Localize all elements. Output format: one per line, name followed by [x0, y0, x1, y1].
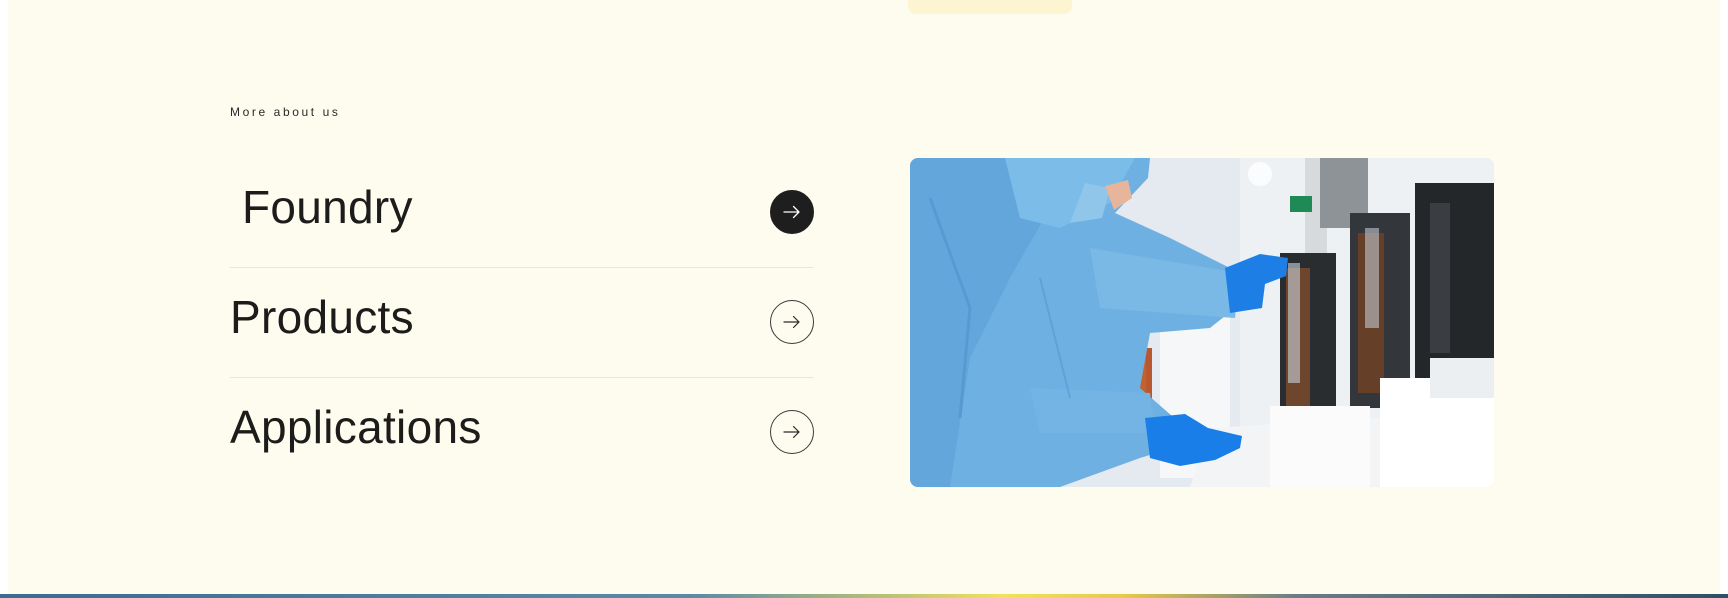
about-menu: Foundry Products Applications [230, 158, 814, 487]
next-section-edge [0, 594, 1728, 598]
menu-item-label: Foundry [242, 181, 413, 233]
arrow-right-button[interactable] [770, 410, 814, 454]
arrow-right-button[interactable] [770, 300, 814, 344]
previous-section-edge [908, 0, 1072, 14]
menu-item-products[interactable]: Products [230, 268, 814, 378]
arrow-right-button[interactable] [770, 190, 814, 234]
menu-item-label: Products [230, 291, 414, 343]
arrow-right-icon [783, 205, 800, 219]
section-eyebrow: More about us [230, 105, 341, 119]
arrow-right-icon [783, 425, 800, 439]
arrow-right-icon [783, 315, 800, 329]
menu-item-label: Applications [230, 401, 482, 453]
menu-item-foundry[interactable]: Foundry [230, 158, 814, 268]
menu-item-applications[interactable]: Applications [230, 378, 814, 487]
cleanroom-worker-photo [910, 158, 1494, 487]
